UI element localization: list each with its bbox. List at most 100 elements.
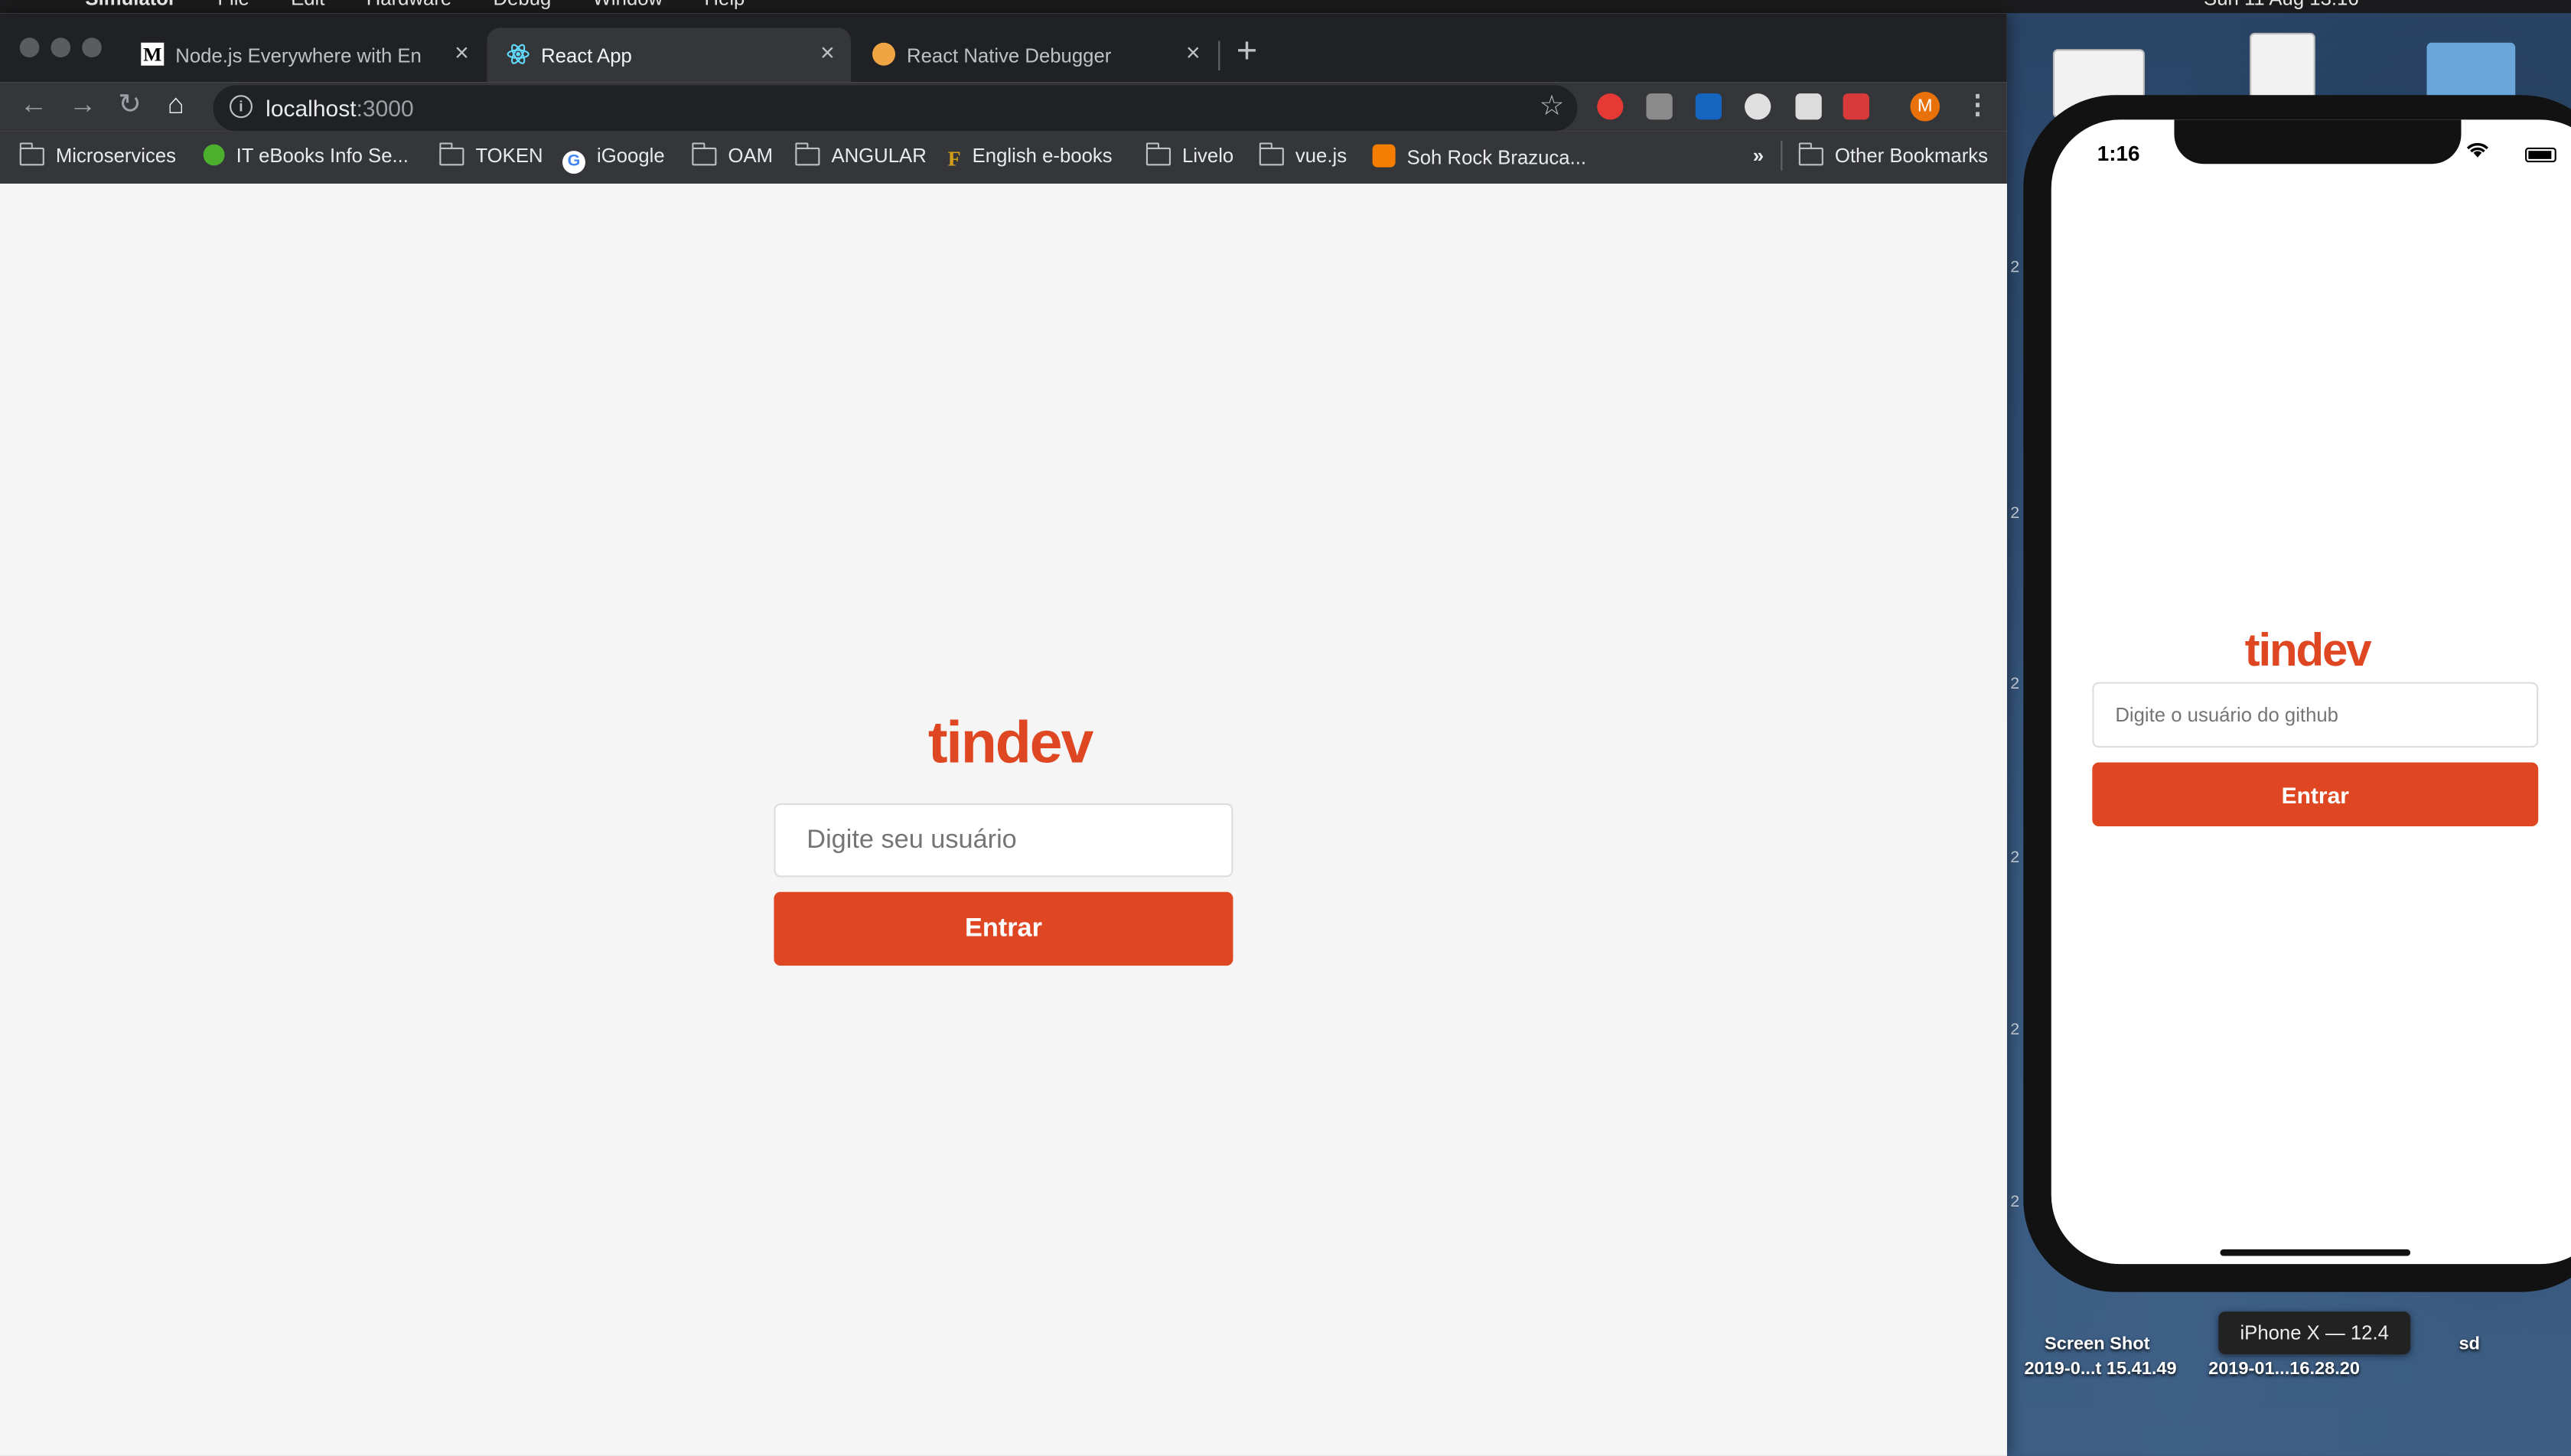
menu-file[interactable]: File [217,0,249,10]
bookmark-soh-rock[interactable]: Soh Rock Brazuca... [1372,144,1587,169]
medium-icon: M [141,42,165,66]
app-login-button[interactable]: Entrar [2092,762,2539,827]
bookmark-label: IT eBooks Info Se... [236,144,409,168]
back-arrow-icon[interactable]: ← [20,89,47,122]
bookmarks-overflow-chevron[interactable]: » [1753,145,1764,168]
bookmark-livelo[interactable]: Livelo [1145,142,1234,168]
browser-toolbar: ← → ↻ ⌂ i localhost:3000 ☆ M ⋮ [0,82,2007,132]
status-bar-time: 1:16 [2097,141,2140,166]
close-window-button[interactable] [19,37,40,58]
login-button[interactable]: Entrar [774,891,1233,966]
tab-title: React App [541,44,632,67]
menu-help[interactable]: Help [704,0,745,10]
new-tab-button[interactable]: + [1237,32,1258,68]
menu-edit[interactable]: Edit [291,0,324,10]
macos-menubar: Simulator File Edit Hardware Debug Windo… [0,0,2571,14]
web-page: tindev Entrar [0,184,2007,1456]
desktop-edge-text: 2 [2010,849,2020,868]
google-icon: G [562,151,586,174]
folder-icon [438,142,464,166]
folder-icon [1797,142,1823,166]
address-bar[interactable]: i localhost:3000 ☆ [213,85,1578,132]
bookmark-label: OAM [728,144,774,168]
close-tab-icon[interactable]: × [455,39,469,67]
menu-window[interactable]: Window [593,0,663,10]
extension-red-icon[interactable] [1843,93,1869,120]
home-indicator[interactable] [2220,1249,2411,1256]
tab-react-app[interactable]: React App × [487,28,852,83]
bookmark-label: English e-books [972,144,1113,168]
bookmark-label: Livelo [1182,144,1234,168]
tab-strip: M Node.js Everywhere with Environment × … [0,13,2007,83]
tab-title: React Native Debugger [907,44,1112,67]
folder-icon [691,142,717,166]
wifi-icon [2466,142,2489,164]
url-host: localhost [266,95,357,122]
bookmarks-divider [1781,141,1783,171]
green-dot-icon [203,144,225,166]
bookmark-label: vue.js [1295,144,1347,168]
tab-divider [1218,41,1220,71]
bookmark-token[interactable]: TOKEN [438,142,543,168]
profile-avatar[interactable]: M [1910,92,1940,122]
url-port: :3000 [356,95,414,122]
menubar-clock[interactable]: Sun 11 Aug 13:16 [2204,0,2359,10]
react-icon [507,43,530,66]
phone-notch [2174,119,2462,164]
desktop-file-label[interactable]: 2019-01...16.28.20 [2194,1359,2374,1379]
forward-arrow-icon[interactable]: → [69,89,96,122]
bookmark-oam[interactable]: OAM [691,142,774,168]
desktop-file-label[interactable]: sd [2453,1334,2486,1354]
desktop-edge-text: 2 [2010,505,2020,523]
web-logo: tindev [927,708,1093,776]
username-input[interactable] [774,803,1233,878]
desktop-edge-text: 2 [2010,1194,2020,1212]
bookmark-star-icon[interactable]: ☆ [1540,90,1565,123]
bookmark-label: Other Bookmarks [1834,144,1988,168]
minimize-window-button[interactable] [51,37,71,58]
bookmark-label: Soh Rock Brazuca... [1406,145,1587,169]
tab-react-native-debugger[interactable]: React Native Debugger × [852,28,1217,82]
bookmark-label: Microservices [55,144,177,168]
bookmark-vuejs[interactable]: vue.js [1258,142,1347,168]
bookmarks-bar: Microservices IT eBooks Info Se... TOKEN… [0,131,2007,186]
folder-icon [18,142,44,166]
desktop-file-label[interactable]: Screen Shot [2040,1334,2155,1354]
reload-icon[interactable]: ↻ [118,89,142,122]
extension-gray-icon[interactable] [1646,93,1673,120]
bookmark-label: TOKEN [475,144,543,168]
extension-off-icon[interactable] [1795,93,1822,120]
desktop-edge-text: 2 [2010,675,2020,694]
browser-window: M Node.js Everywhere with Environment × … [0,13,2007,1456]
home-icon[interactable]: ⌂ [168,89,184,122]
menu-debug[interactable]: Debug [494,0,552,10]
folder-icon [1145,142,1171,166]
battery-icon [2525,147,2556,163]
bookmark-angular[interactable]: ANGULAR [794,142,927,168]
menubar-app-name[interactable]: Simulator [85,0,176,10]
maximize-window-button[interactable] [82,37,102,58]
bookmark-english-ebooks[interactable]: F English e-books [948,145,1113,172]
info-icon[interactable]: i [230,95,253,119]
extension-circle-icon[interactable] [1745,93,1771,120]
extension-new-badge-icon[interactable] [1695,93,1722,120]
bookmark-other-bookmarks[interactable]: Other Bookmarks [1797,142,1988,168]
bookmark-microservices[interactable]: Microservices [18,142,177,168]
desktop-edge-text: 2 [2010,259,2020,278]
bookmark-igoogle[interactable]: GiGoogle [562,145,665,174]
folder-icon [1258,142,1284,166]
f-logo-icon: F [947,145,961,171]
desktop-file-label[interactable]: 2019-0...t 15.41.49 [2010,1359,2191,1379]
more-menu-icon[interactable]: ⋮ [1964,89,1990,122]
document-icon[interactable] [2250,32,2315,106]
github-username-input[interactable] [2092,682,2539,748]
extension-adblock-icon[interactable] [1597,93,1624,120]
device-tooltip: iPhone X — 12.4 [2218,1311,2411,1355]
tab-nodejs-everywhere[interactable]: M Node.js Everywhere with Environment × [122,28,486,82]
menu-hardware[interactable]: Hardware [367,0,451,10]
bookmark-it-ebooks[interactable]: IT eBooks Info Se... [203,144,409,168]
tab-title: Node.js Everywhere with Environment [175,44,422,67]
menubar-menus: Simulator File Edit Hardware Debug Windo… [85,0,780,10]
close-tab-icon[interactable]: × [1186,39,1201,67]
close-tab-icon[interactable]: × [820,39,835,67]
